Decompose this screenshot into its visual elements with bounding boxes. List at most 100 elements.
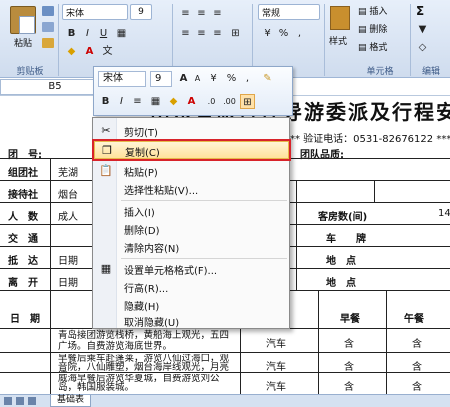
prev-sheet-icon[interactable] [16, 397, 24, 405]
copy-icon: ❐ [102, 144, 112, 157]
align-center-icon[interactable]: ≡ [194, 26, 209, 41]
number-format-select[interactable]: 常规 [258, 4, 320, 20]
menu-item-row-height[interactable]: 行高(R)... [94, 278, 289, 296]
align-top-icon[interactable]: ≡ [178, 6, 193, 21]
merge-cells-icon[interactable]: ⊞ [240, 94, 255, 109]
group-clipboard-label: 剪贴板 [16, 67, 44, 77]
percent-format-icon[interactable]: % [224, 71, 239, 86]
menu-item-delete[interactable]: 删除(D) [94, 220, 289, 238]
styles-icon[interactable] [330, 6, 350, 30]
autosum-icon[interactable]: Σ [416, 4, 424, 18]
grid-line [296, 180, 297, 290]
menu-item-paste-special[interactable]: 选择性粘贴(V)... [94, 180, 289, 198]
divider [324, 4, 325, 76]
menu-item-format-cells[interactable]: ▦ 设置单元格格式(F)... [94, 260, 289, 278]
currency-format-icon[interactable]: ¥ [206, 71, 221, 86]
font-color-icon[interactable]: A [82, 44, 97, 59]
next-sheet-icon[interactable] [28, 397, 36, 405]
comma-format-icon[interactable]: , [240, 71, 255, 86]
currency-icon[interactable]: ¥ [260, 26, 275, 41]
delete-button[interactable]: ▤ 删除 [358, 22, 387, 35]
phonetic-icon[interactable]: 文 [100, 44, 115, 59]
itinerary-breakfast-3: 含 [344, 382, 354, 393]
mini-border-icon[interactable]: ▦ [148, 94, 163, 109]
menu-item-hide[interactable]: 隐藏(H) [94, 296, 289, 314]
align-left-icon[interactable]: ≡ [178, 26, 193, 41]
styles-label: 样式 [329, 37, 348, 47]
grid-line [0, 352, 450, 353]
sheet-tab[interactable]: 基础表 [50, 395, 92, 407]
grid-line [386, 290, 387, 394]
mini-font-color-icon[interactable]: A [184, 94, 199, 109]
bold-button[interactable]: B [64, 26, 79, 41]
label-arrive-place: 地 点 [326, 256, 356, 267]
copy-icon[interactable] [42, 22, 54, 32]
underline-button[interactable]: U [96, 26, 111, 41]
itinerary-breakfast-1: 含 [344, 339, 354, 350]
border-icon[interactable]: ▦ [114, 26, 129, 41]
itinerary-transport-1: 汽车 [266, 339, 286, 350]
paste-label: 粘贴 [13, 39, 32, 49]
align-middle-icon[interactable]: ≡ [194, 6, 209, 21]
group-cells-label: 单元格 [366, 67, 394, 77]
percent-icon[interactable]: % [276, 26, 291, 41]
format-painter-icon[interactable] [42, 38, 54, 48]
group-edit-label: 编辑 [421, 67, 440, 77]
mini-font-name[interactable]: 宋体 [98, 71, 146, 87]
align-bottom-icon[interactable]: ≡ [210, 6, 225, 21]
mini-fill-color-icon[interactable]: ◆ [166, 94, 181, 109]
paste-button[interactable]: 粘贴 [6, 6, 40, 58]
increase-decimal-icon[interactable]: .0 [204, 94, 219, 109]
format-painter-icon[interactable]: ✎ [260, 71, 275, 86]
format-button[interactable]: ▤ 格式 [358, 40, 387, 53]
mini-align-icon[interactable]: ≡ [130, 94, 145, 109]
decrease-decimal-icon[interactable]: .00 [222, 94, 237, 109]
first-sheet-icon[interactable] [4, 397, 12, 405]
mini-font-size[interactable]: 9 [150, 71, 172, 87]
shrink-font-icon[interactable]: A [190, 71, 205, 86]
label-organizer: 组团社 [8, 168, 38, 179]
label-rooms: 客房数(间) [318, 212, 368, 223]
menu-item-unhide[interactable]: 取消隐藏(U) [94, 314, 289, 329]
fill-color-icon[interactable]: ◆ [64, 44, 79, 59]
label-receiver: 接待社 [8, 190, 38, 201]
clear-icon[interactable]: ◇ [415, 40, 430, 55]
context-menu: ✂ 剪切(T) ❐ 复制(C) 📋 粘贴(P) 选择性粘贴(V)... 插入(I… [92, 117, 291, 329]
align-right-icon[interactable]: ≡ [210, 26, 225, 41]
itinerary-transport-2: 汽车 [266, 362, 286, 373]
grow-font-icon[interactable]: A [176, 71, 191, 86]
grid-line [318, 290, 319, 394]
menu-item-insert[interactable]: 插入(I) [94, 202, 289, 220]
paste-icon: 📋 [99, 164, 113, 177]
sheet-tab-bar: 基础表 [0, 394, 450, 407]
mini-bold-button[interactable]: B [98, 94, 113, 109]
comma-icon[interactable]: , [292, 26, 307, 41]
value-rooms: 14 [438, 208, 450, 219]
scissors-icon: ✂ [101, 124, 111, 137]
menu-item-clear[interactable]: 清除内容(N) [94, 238, 289, 256]
mini-italic-button[interactable]: I [114, 94, 129, 109]
merge-icon[interactable]: ⊞ [228, 26, 243, 41]
value-arrive: 日期 [58, 256, 78, 267]
label-breakfast: 早餐 [340, 314, 360, 325]
menu-item-cut[interactable]: ✂ 剪切(T) [94, 122, 289, 140]
label-lunch: 午餐 [404, 314, 424, 325]
menu-item-copy[interactable]: ❐ 复制(C) [92, 139, 291, 161]
format-cells-icon: ▦ [100, 262, 112, 275]
itinerary-lunch-2: 含 [412, 362, 422, 373]
menu-item-paste[interactable]: 📋 粘贴(P) [94, 162, 289, 180]
font-name-select[interactable]: 宋体 [62, 4, 128, 20]
label-vehicle: 车 牌 [326, 234, 366, 245]
itinerary-lunch-1: 含 [412, 339, 422, 350]
itinerary-text-2: 早餐后乘车赴蓬莱，游览八仙过海口，观音院，八仙雕塑，烟台海岸线观光，月亮湾。 [58, 354, 230, 372]
itinerary-text-1: 青岛接团游览栈桥，黄船海上观光，五四广场。自费游览海底世界。 [58, 330, 230, 352]
font-size-select[interactable]: 9 [130, 4, 152, 20]
fill-icon[interactable]: ▼ [415, 22, 430, 37]
label-arrive: 抵 达 [8, 256, 38, 267]
grid-line [374, 180, 375, 202]
cut-icon[interactable] [42, 6, 54, 16]
italic-button[interactable]: I [80, 26, 95, 41]
mini-toolbar: 宋体 9 A A ¥ % , ✎ B I ≡ ▦ ◆ A .0 .00 ⊞ [93, 66, 293, 116]
divider [410, 4, 411, 76]
insert-button[interactable]: ▤ 插入 [358, 4, 387, 17]
